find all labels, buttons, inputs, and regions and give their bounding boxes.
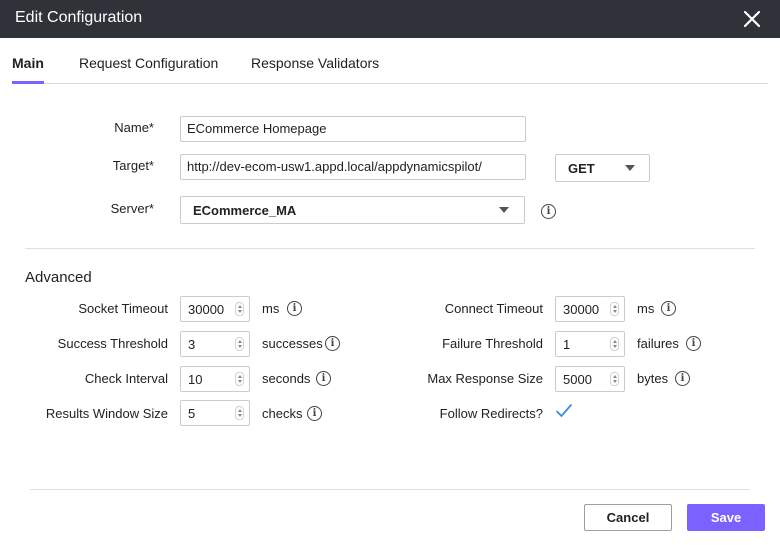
socket-timeout-unit: ms xyxy=(262,301,280,316)
check-interval-stepper[interactable]: 10 xyxy=(180,366,250,392)
max-response-size-info-icon[interactable]: i xyxy=(675,371,690,386)
max-response-size-stepper[interactable]: 5000 xyxy=(555,366,625,392)
failure-threshold-value: 1 xyxy=(563,337,571,352)
failure-threshold-info-icon[interactable]: i xyxy=(686,336,701,351)
check-interval-unit: seconds xyxy=(262,371,311,386)
stepper-arrows-icon[interactable] xyxy=(235,337,244,351)
stepper-arrows-icon[interactable] xyxy=(610,372,619,386)
method-select-value: GET xyxy=(568,161,595,176)
stepper-arrows-icon[interactable] xyxy=(235,302,244,316)
follow-redirects-label: Follow Redirects? xyxy=(439,406,543,421)
server-select[interactable]: ECommerce_MA xyxy=(180,196,525,224)
socket-timeout-info-icon[interactable]: i xyxy=(287,301,302,316)
success-threshold-info-icon[interactable]: i xyxy=(325,336,340,351)
socket-timeout-stepper[interactable]: 30000 xyxy=(180,296,250,322)
server-info-icon[interactable]: i xyxy=(541,204,556,219)
check-interval-label: Check Interval xyxy=(84,371,168,386)
cancel-button[interactable]: Cancel xyxy=(584,504,672,531)
method-select[interactable]: GET xyxy=(555,154,650,182)
results-window-size-unit: checks xyxy=(262,406,303,421)
server-label: Server* xyxy=(110,201,154,216)
stepper-arrows-icon[interactable] xyxy=(610,337,619,351)
failure-threshold-unit: failures xyxy=(637,336,679,351)
socket-timeout-value: 30000 xyxy=(188,302,225,317)
target-input[interactable]: http://dev-ecom-usw1.appd.local/appdynam… xyxy=(180,154,526,180)
max-response-size-unit: bytes xyxy=(637,371,669,386)
connect-timeout-stepper[interactable]: 30000 xyxy=(555,296,625,322)
connect-timeout-unit: ms xyxy=(637,301,655,316)
success-threshold-value: 3 xyxy=(188,337,196,352)
target-label: Target* xyxy=(112,158,154,173)
success-threshold-stepper[interactable]: 3 xyxy=(180,331,250,357)
section-divider xyxy=(25,248,755,249)
stepper-arrows-icon[interactable] xyxy=(235,406,244,420)
tab-main[interactable]: Main xyxy=(12,55,44,71)
dialog-title: Edit Configuration xyxy=(15,9,143,26)
failure-threshold-label: Failure Threshold xyxy=(442,336,543,351)
tab-bar-rule xyxy=(12,83,768,84)
connect-timeout-info-icon[interactable]: i xyxy=(661,301,676,316)
max-response-size-label: Max Response Size xyxy=(427,371,543,386)
checkmark-icon xyxy=(556,404,572,417)
connect-timeout-label: Connect Timeout xyxy=(444,301,543,316)
connect-timeout-value: 30000 xyxy=(563,302,600,317)
tab-request-configuration[interactable]: Request Configuration xyxy=(79,55,218,71)
success-threshold-label: Success Threshold xyxy=(57,336,168,351)
active-tab-indicator xyxy=(12,81,44,84)
save-button[interactable]: Save xyxy=(687,504,765,531)
check-interval-info-icon[interactable]: i xyxy=(316,371,331,386)
failure-threshold-stepper[interactable]: 1 xyxy=(555,331,625,357)
results-window-size-value: 5 xyxy=(188,406,196,421)
results-window-size-label: Results Window Size xyxy=(45,406,168,421)
name-label: Name* xyxy=(114,120,154,135)
chevron-down-icon xyxy=(499,207,509,213)
tab-response-validators[interactable]: Response Validators xyxy=(251,55,379,71)
max-response-size-value: 5000 xyxy=(563,372,592,387)
chevron-down-icon xyxy=(625,165,635,171)
results-window-size-info-icon[interactable]: i xyxy=(307,406,322,421)
follow-redirects-checkbox[interactable] xyxy=(555,402,573,420)
success-threshold-unit: successes xyxy=(262,336,323,351)
tab-bar: Main Request Configuration Response Vali… xyxy=(0,38,780,84)
advanced-heading: Advanced xyxy=(25,269,92,286)
footer-divider xyxy=(30,489,750,490)
server-select-value: ECommerce_MA xyxy=(193,203,297,218)
stepper-arrows-icon[interactable] xyxy=(610,302,619,316)
dialog-titlebar: Edit Configuration xyxy=(0,0,780,38)
socket-timeout-label: Socket Timeout xyxy=(78,301,168,316)
close-icon[interactable] xyxy=(742,9,762,29)
results-window-size-stepper[interactable]: 5 xyxy=(180,400,250,426)
name-input[interactable]: ECommerce Homepage xyxy=(180,116,526,142)
stepper-arrows-icon[interactable] xyxy=(235,372,244,386)
check-interval-value: 10 xyxy=(188,372,203,387)
